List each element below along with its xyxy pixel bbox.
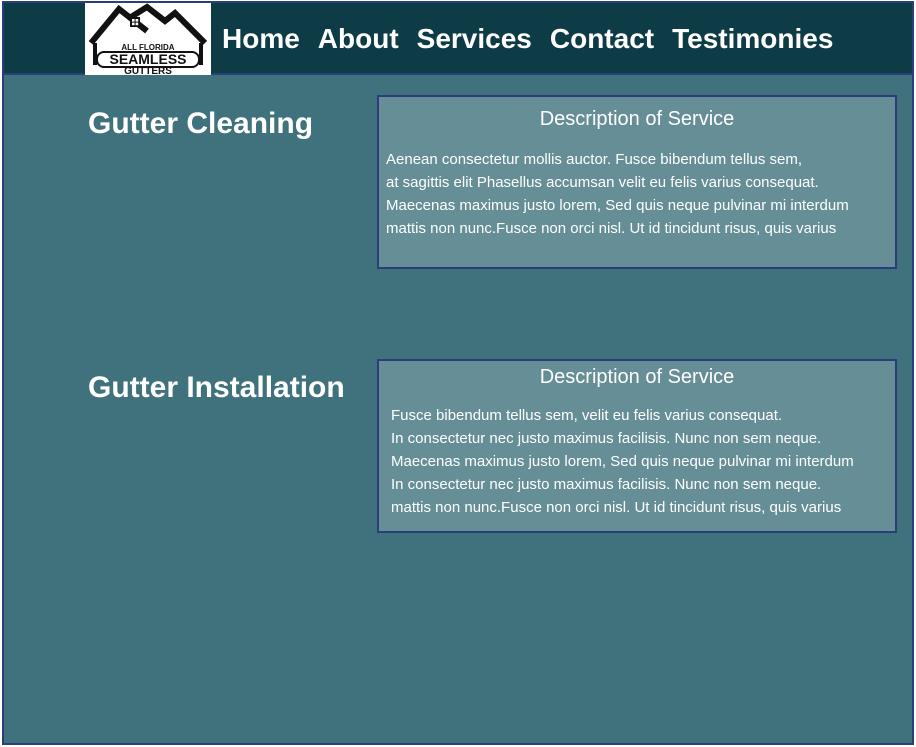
service-title-gutter-cleaning: Gutter Cleaning [88, 107, 314, 140]
description-line: In consectetur nec justo maximus facilis… [391, 476, 822, 493]
description-line: mattis non nunc.Fusce non orci nisl. Ut … [391, 499, 842, 516]
nav-testimonies-link[interactable]: Testimonies [672, 19, 833, 59]
description-line: at sagittis elit Phasellus accumsan veli… [386, 174, 819, 191]
description-line: In consectetur nec justo maximus facilis… [391, 430, 822, 447]
nav-services-link[interactable]: Services [417, 19, 532, 59]
nav-about-link[interactable]: About [318, 19, 399, 59]
company-logo[interactable]: ALL FLORIDA SEAMLESS GUTTERS [85, 3, 211, 75]
page-frame: ALL FLORIDA SEAMLESS GUTTERS Home About … [2, 1, 914, 745]
service-description-box: Description of Service Aenean consectetu… [377, 95, 897, 269]
site-header: ALL FLORIDA SEAMLESS GUTTERS Home About … [4, 3, 912, 75]
nav-home-link[interactable]: Home [222, 19, 300, 59]
description-heading: Description of Service [539, 366, 735, 388]
description-line: Maecenas maximus justo lorem, Sed quis n… [386, 197, 849, 214]
svg-text:SEAMLESS: SEAMLESS [109, 51, 186, 67]
main-nav: Home About Services Contact Testimonies [222, 19, 851, 59]
service-description-box: Description of Service Fusce bibendum te… [377, 359, 897, 533]
description-line: mattis non nunc.Fusce non orci nisl. Ut … [386, 220, 837, 237]
description-text: Aenean consectetur mollis auctor. Fusce … [386, 148, 895, 240]
nav-contact-link[interactable]: Contact [550, 19, 654, 59]
description-text: Fusce bibendum tellus sem, velit eu feli… [391, 404, 895, 519]
description-line: Fusce bibendum tellus sem, velit eu feli… [391, 407, 783, 424]
description-line: Maecenas maximus justo lorem, Sed quis n… [391, 453, 854, 470]
house-logo-icon: ALL FLORIDA SEAMLESS GUTTERS [88, 3, 208, 75]
svg-text:GUTTERS: GUTTERS [124, 66, 172, 75]
description-heading: Description of Service [539, 108, 735, 130]
service-title-gutter-installation: Gutter Installation [88, 371, 345, 404]
description-line: Aenean consectetur mollis auctor. Fusce … [386, 151, 803, 168]
